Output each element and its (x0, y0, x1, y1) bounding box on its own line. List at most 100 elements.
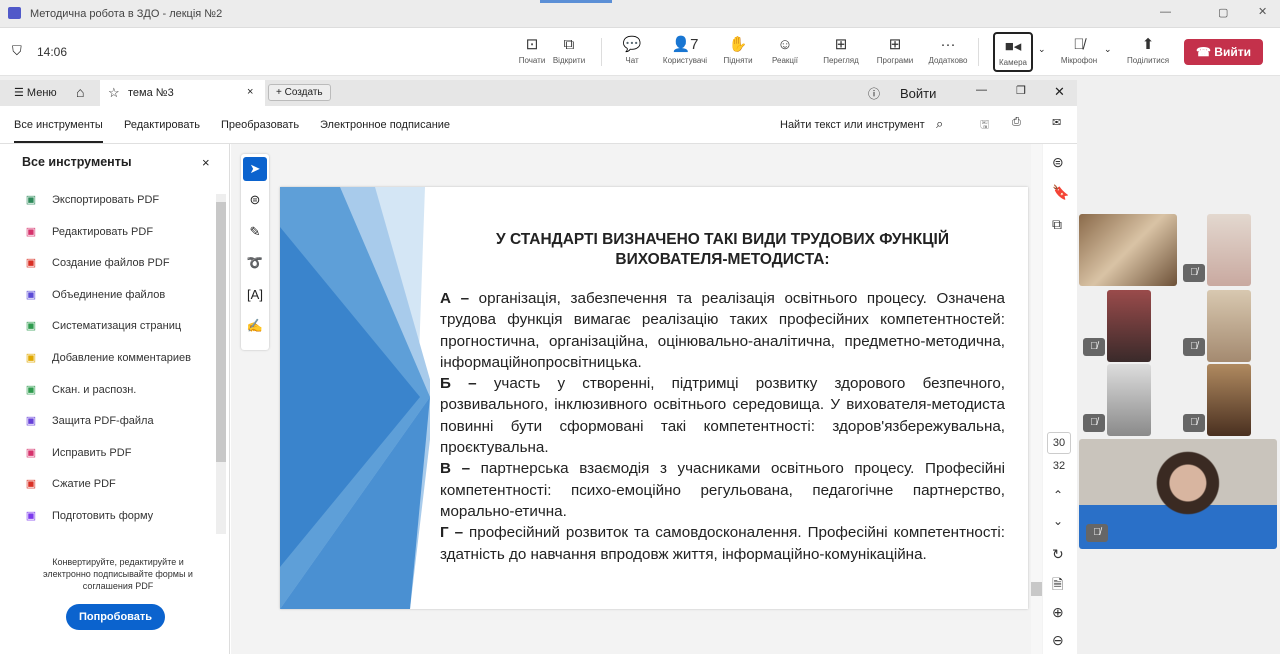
meeting-button-7[interactable]: ⊞ Програми (867, 34, 923, 65)
comments-icon[interactable]: ⊜ (1052, 154, 1064, 171)
search-tools[interactable]: Найти текст или инструмент (780, 119, 925, 131)
zoom-out-icon[interactable]: ⊖ (1052, 632, 1064, 649)
maximize-button[interactable]: ▢ (1218, 6, 1228, 19)
pages-icon[interactable]: ⧉ (1052, 216, 1062, 233)
minimize-button[interactable]: — (1160, 6, 1171, 18)
tool-label: Подготовить форму (52, 510, 154, 522)
meeting-button-5[interactable]: ☺ Реакції (757, 34, 813, 65)
tool-item[interactable]: ▣ Защита PDF-файла (24, 412, 154, 430)
share-label: Поділитися (1126, 56, 1170, 65)
close-panel-icon[interactable]: × (202, 155, 210, 170)
leave-label: Вийти (1214, 45, 1251, 59)
paragraph-d: Г – професійний розвиток та самовдоскона… (440, 522, 1005, 565)
participant-video[interactable] (1207, 214, 1251, 286)
participant-video-large[interactable] (1079, 439, 1277, 549)
text-tool-icon[interactable]: [A] (241, 279, 269, 311)
participant-video[interactable] (1107, 290, 1151, 362)
share-button[interactable]: ⬆ Поділитися (1120, 34, 1176, 65)
key-c: В – (440, 460, 471, 478)
bookmarks-icon[interactable]: 🔖 (1052, 184, 1069, 201)
tool-item[interactable]: ▣ Сжатие PDF (24, 475, 116, 493)
slide-body: А – організація, забезпечення та реаліза… (440, 288, 1005, 565)
button-label: Користувачі (662, 56, 708, 65)
search-icon[interactable]: ⌕ (936, 116, 943, 132)
participant-video[interactable] (1207, 290, 1251, 362)
previous-page-icon[interactable]: ⌃ (1053, 488, 1063, 502)
tool-item[interactable]: ▣ Систематизация страниц (24, 317, 181, 335)
comment-tool-icon[interactable]: ⊜ (241, 184, 269, 216)
close-button[interactable]: ✕ (1054, 84, 1065, 100)
layout-icon: ⊞ (834, 36, 848, 53)
tool-item[interactable]: ▣ Подготовить форму (24, 507, 153, 525)
tab-e-sign[interactable]: Электронное подписание (320, 119, 450, 131)
mic-button[interactable]: 🎙̸ Мікрофон (1051, 34, 1107, 65)
camera-button[interactable]: ■◂ Камера (993, 32, 1033, 72)
paragraph-c: В – партнерська взаємодія з учасниками о… (440, 458, 1005, 522)
meeting-button-8[interactable]: ··· Додатково (920, 34, 976, 65)
divider (601, 38, 602, 66)
tab-edit[interactable]: Редактировать (124, 119, 200, 131)
tool-item[interactable]: ▣ Объединение файлов (24, 286, 165, 304)
panel-title: Все инструменты (22, 155, 132, 169)
leave-button[interactable]: ☎ Вийти (1184, 39, 1263, 65)
participant-video[interactable] (1079, 214, 1177, 286)
document-canvas: ➤ ⊜ ✎ ➰ [A] ✍ У СТАНДАРТІ ВИЗНАЧЕНО ТАКІ… (231, 144, 1043, 654)
sign-tool-icon[interactable]: ✍ (241, 310, 269, 342)
mic-muted-icon: 🎙̸ (1083, 414, 1105, 432)
menu-button[interactable]: ☰ Меню (14, 86, 57, 99)
create-button[interactable]: + Создать (268, 84, 331, 101)
scrollbar[interactable] (216, 194, 226, 534)
draw-tool-icon[interactable]: ✎ (241, 216, 269, 248)
chat-button[interactable]: 💬 Чат (604, 34, 660, 65)
email-icon[interactable]: ✉ (1052, 116, 1061, 129)
tool-item[interactable]: ▣ Добавление комментариев (24, 349, 191, 367)
meeting-timer: 14:06 (37, 45, 68, 59)
minimize-button[interactable]: — (976, 84, 987, 96)
tool-item[interactable]: ▣ Скан. и распозн. (24, 381, 137, 399)
page-fit-icon[interactable]: 🗎 (1052, 574, 1063, 598)
button-label: Програми (876, 56, 914, 65)
star-icon[interactable]: ☆ (108, 85, 120, 101)
page-number-input[interactable]: 30 (1047, 432, 1071, 454)
tool-item[interactable]: ▣ Создание файлов PDF (24, 254, 170, 272)
mic-options-chevron-icon[interactable]: ⌄ (1104, 44, 1112, 55)
help-icon[interactable]: ⓘ (868, 85, 880, 102)
tab-all-tools[interactable]: Все инструменты (14, 119, 103, 143)
meeting-button-3[interactable]: 👤7 Користувачі (657, 34, 713, 65)
select-tool-icon[interactable]: ➤ (243, 157, 267, 181)
rotate-icon[interactable]: ↻ (1052, 546, 1064, 563)
meeting-button-6[interactable]: ⊞ Перегляд (813, 34, 869, 65)
document-scrollbar[interactable] (1031, 144, 1042, 654)
print-icon[interactable]: ⎙ (1012, 116, 1021, 129)
restore-button[interactable]: ❐ (1016, 84, 1026, 97)
menu-label: Меню (26, 87, 57, 99)
home-icon[interactable]: ⌂ (76, 84, 84, 100)
button-label: Підняти (723, 56, 753, 65)
share-icon: ⬆ (1141, 36, 1155, 53)
tab-document[interactable]: ☆ тема №3 × (100, 80, 265, 106)
slide-title: У СТАНДАРТІ ВИЗНАЧЕНО ТАКІ ВИДИ ТРУДОВИХ… (496, 231, 949, 268)
next-page-icon[interactable]: ⌄ (1053, 514, 1063, 528)
tab-convert[interactable]: Преобразовать (221, 119, 299, 131)
button-label: Реакції (772, 56, 798, 65)
participant-video[interactable] (1207, 364, 1251, 436)
tool-item[interactable]: ▣ Редактировать PDF (24, 223, 153, 241)
tool-item[interactable]: ▣ Исправить PDF (24, 444, 132, 462)
teams-logo-icon (8, 7, 21, 19)
lasso-tool-icon[interactable]: ➰ (241, 247, 269, 279)
close-tab-icon[interactable]: × (247, 86, 253, 98)
participant-video[interactable] (1107, 364, 1151, 436)
try-button[interactable]: Попробовать (66, 604, 165, 630)
tool-icon: ▣ (25, 446, 37, 459)
camera-options-chevron-icon[interactable]: ⌄ (1038, 44, 1046, 55)
zoom-in-icon[interactable]: ⊕ (1052, 604, 1064, 621)
meeting-button-1[interactable]: ⧉ Відкрити (541, 34, 597, 65)
sign-in-button[interactable]: Войти (900, 86, 936, 101)
key-d: Г – (440, 524, 464, 542)
tool-label: Сжатие PDF (52, 478, 116, 491)
tool-item[interactable]: ▣ Экспортировать PDF (24, 191, 159, 209)
all-tools-panel: Все инструменты × ▣ Экспортировать PDF ▣ Ре… (0, 144, 230, 654)
save-icon[interactable]: 🖫 (980, 116, 989, 135)
close-window-button[interactable]: ✕ (1258, 5, 1267, 18)
page-total: 32 (1052, 460, 1066, 472)
